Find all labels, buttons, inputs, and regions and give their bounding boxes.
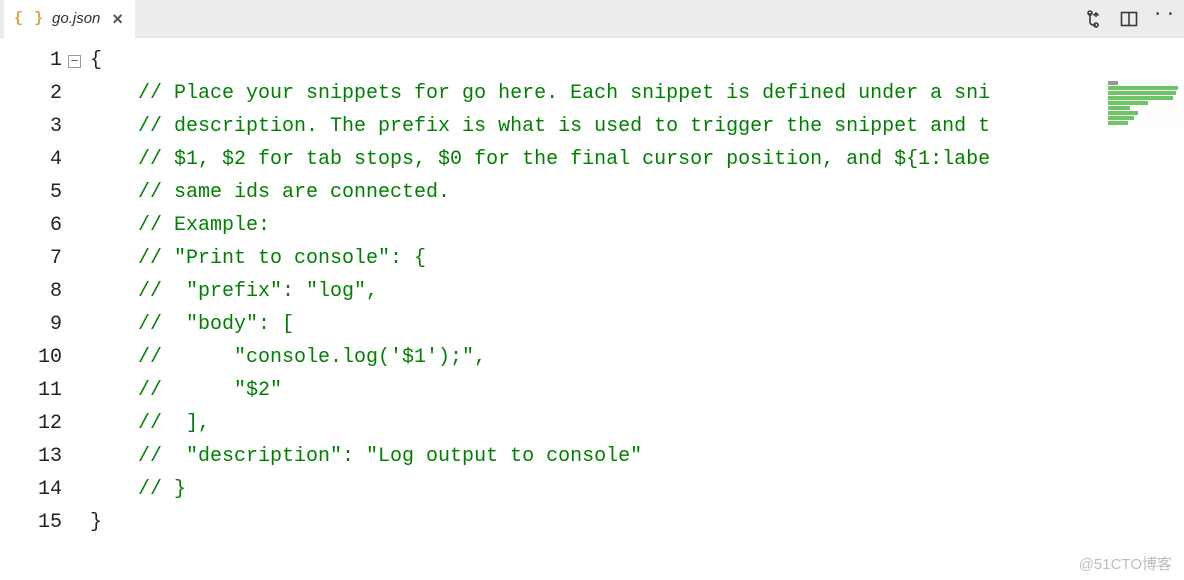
line-number: 13 bbox=[0, 440, 68, 473]
tab-go-json[interactable]: { } go.json × bbox=[4, 0, 135, 38]
line-number: 4 bbox=[0, 143, 68, 176]
line-number-gutter: 123456789101112131415 bbox=[0, 38, 68, 580]
line-number: 5 bbox=[0, 176, 68, 209]
tab-bar-actions: ·· bbox=[1084, 10, 1184, 28]
line-number: 9 bbox=[0, 308, 68, 341]
line-number: 3 bbox=[0, 110, 68, 143]
code-line: // } bbox=[90, 473, 1090, 506]
more-actions-icon[interactable]: ·· bbox=[1156, 6, 1174, 24]
code-line: // same ids are connected. bbox=[90, 176, 1090, 209]
line-number: 6 bbox=[0, 209, 68, 242]
code-line: // ], bbox=[90, 407, 1090, 440]
line-number: 2 bbox=[0, 77, 68, 110]
code-line: // "Print to console": { bbox=[90, 242, 1090, 275]
line-number: 1 bbox=[0, 44, 68, 77]
json-file-icon: { } bbox=[14, 10, 44, 27]
fold-gutter: − bbox=[68, 38, 90, 580]
line-number: 15 bbox=[0, 506, 68, 539]
code-line: // "description": "Log output to console… bbox=[90, 440, 1090, 473]
editor-body: 123456789101112131415 − { // Place your … bbox=[0, 38, 1184, 580]
line-number: 10 bbox=[0, 341, 68, 374]
tab-bar: { } go.json × ·· bbox=[0, 0, 1184, 38]
code-line: // "prefix": "log", bbox=[90, 275, 1090, 308]
split-editor-icon[interactable] bbox=[1120, 10, 1138, 28]
code-line: // "body": [ bbox=[90, 308, 1090, 341]
line-number: 12 bbox=[0, 407, 68, 440]
fold-toggle-icon[interactable]: − bbox=[68, 55, 81, 68]
line-number: 7 bbox=[0, 242, 68, 275]
compare-changes-icon[interactable] bbox=[1084, 10, 1102, 28]
code-line: } bbox=[90, 506, 1090, 539]
code-line: { bbox=[90, 44, 1090, 77]
code-line: // "$2" bbox=[90, 374, 1090, 407]
code-line: // Example: bbox=[90, 209, 1090, 242]
code-line: // Place your snippets for go here. Each… bbox=[90, 77, 1090, 110]
line-number: 14 bbox=[0, 473, 68, 506]
code-line: // "console.log('$1');", bbox=[90, 341, 1090, 374]
tab-close-icon[interactable]: × bbox=[112, 10, 123, 28]
tab-filename: go.json bbox=[52, 10, 100, 27]
code-line: // $1, $2 for tab stops, $0 for the fina… bbox=[90, 143, 1090, 176]
line-number: 11 bbox=[0, 374, 68, 407]
line-number: 8 bbox=[0, 275, 68, 308]
code-line: // description. The prefix is what is us… bbox=[90, 110, 1090, 143]
minimap[interactable] bbox=[1106, 80, 1182, 130]
code-area[interactable]: { // Place your snippets for go here. Ea… bbox=[90, 38, 1090, 580]
